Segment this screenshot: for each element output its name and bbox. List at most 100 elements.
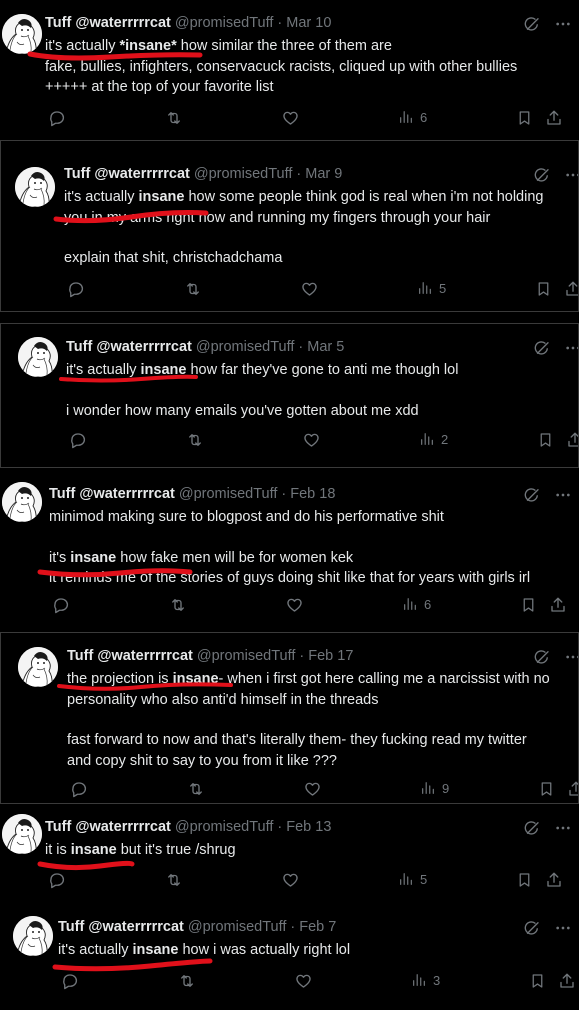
tweet-card[interactable]: Tuff @waterrrrrcat @promisedTuff · Feb 7 it'… <box>0 903 579 1010</box>
bookmark-button[interactable] <box>529 972 546 990</box>
tweet-date[interactable]: Mar 5 <box>307 338 344 357</box>
reply-button[interactable] <box>61 972 79 990</box>
retweet-button[interactable] <box>185 431 205 449</box>
share-button[interactable] <box>545 871 563 889</box>
share-button[interactable] <box>558 972 576 990</box>
share-button[interactable] <box>545 109 563 127</box>
tweet-card[interactable]: Tuff @waterrrrrcat @promisedTuff · Feb 13 it… <box>0 808 579 901</box>
avatar[interactable] <box>18 647 58 687</box>
display-name[interactable]: Tuff @waterrrrrcat <box>49 485 175 504</box>
tweet-date[interactable]: Feb 7 <box>299 918 336 937</box>
avatar[interactable] <box>18 337 58 377</box>
reply-button[interactable] <box>48 871 66 889</box>
tweet-header: Tuff @waterrrrrcat @promisedTuff · Mar 5 <box>66 338 578 357</box>
grok-icon[interactable] <box>533 339 551 357</box>
user-handle[interactable]: @promisedTuff <box>196 338 295 357</box>
retweet-button[interactable] <box>164 871 184 889</box>
like-button[interactable] <box>285 596 304 614</box>
text-segment: +++++ at the top of your favorite list <box>45 79 274 95</box>
user-handle[interactable]: @promisedTuff <box>179 485 278 504</box>
avatar[interactable] <box>13 916 53 956</box>
avatar[interactable] <box>2 814 42 854</box>
reply-button[interactable] <box>52 596 70 614</box>
views-button[interactable]: 3 <box>411 972 440 988</box>
retweet-button[interactable] <box>168 596 188 614</box>
tweet-date[interactable]: Mar 10 <box>286 14 331 33</box>
share-button[interactable] <box>564 280 578 298</box>
bookmark-button[interactable] <box>516 871 533 889</box>
avatar[interactable] <box>2 482 42 522</box>
display-name[interactable]: Tuff @waterrrrrcat <box>67 647 193 666</box>
avatar[interactable] <box>2 14 42 54</box>
reply-button[interactable] <box>69 431 87 449</box>
views-button[interactable]: 9 <box>420 780 449 796</box>
retweet-button[interactable] <box>177 972 197 990</box>
views-button[interactable]: 5 <box>398 871 427 887</box>
views-button[interactable]: 2 <box>419 431 448 447</box>
like-button[interactable] <box>303 780 322 798</box>
avatar[interactable] <box>15 167 55 207</box>
tweet-text: it's actually insane how far they've gon… <box>66 360 578 421</box>
like-button[interactable] <box>300 280 319 298</box>
grok-icon[interactable] <box>523 15 541 33</box>
tweet-date[interactable]: Feb 17 <box>308 647 353 666</box>
share-button[interactable] <box>567 780 578 798</box>
retweet-button[interactable] <box>164 109 184 127</box>
tweet-card[interactable]: Tuff @waterrrrrcat @promisedTuff · Mar 10 it… <box>0 0 579 142</box>
user-handle[interactable]: @promisedTuff <box>188 918 287 937</box>
bookmark-button[interactable] <box>520 596 537 614</box>
user-handle[interactable]: @promisedTuff <box>194 165 293 184</box>
more-icon[interactable] <box>565 166 578 184</box>
display-name[interactable]: Tuff @waterrrrrcat <box>64 165 190 184</box>
more-icon[interactable] <box>565 648 578 666</box>
more-icon[interactable] <box>555 15 571 33</box>
display-name[interactable]: Tuff @waterrrrrcat <box>45 818 171 837</box>
grok-icon[interactable] <box>533 648 551 666</box>
retweet-button[interactable] <box>183 280 203 298</box>
tweet-date[interactable]: Feb 13 <box>286 818 331 837</box>
tweet-card[interactable]: Tuff @waterrrrrcat @promisedTuff · Mar 9 it'… <box>0 140 579 312</box>
reply-button[interactable] <box>48 109 66 127</box>
grok-icon[interactable] <box>533 166 551 184</box>
views-button[interactable]: 6 <box>402 596 431 612</box>
tweet-card[interactable]: Tuff @waterrrrrcat @promisedTuff · Mar 5 it'… <box>0 323 579 468</box>
tweet-text-line: you in my arms right now and running my … <box>64 208 578 229</box>
highlighted-word: insane <box>70 549 117 566</box>
tweet-date[interactable]: Feb 18 <box>290 485 335 504</box>
share-button[interactable] <box>549 596 567 614</box>
user-handle[interactable]: @promisedTuff <box>197 647 296 666</box>
text-segment: how some people think god is real when i… <box>184 189 544 205</box>
share-icon <box>564 280 578 298</box>
share-button[interactable] <box>566 431 578 449</box>
tweet-card[interactable]: Tuff @waterrrrrcat @promisedTuff · Feb 18 mi… <box>0 475 579 630</box>
display-name[interactable]: Tuff @waterrrrrcat <box>45 14 171 33</box>
user-handle[interactable]: @promisedTuff <box>175 14 274 33</box>
views-button[interactable]: 6 <box>398 109 427 125</box>
bookmark-button[interactable] <box>535 280 552 298</box>
like-button[interactable] <box>302 431 321 449</box>
display-name[interactable]: Tuff @waterrrrrcat <box>58 918 184 937</box>
grok-icon[interactable] <box>523 919 541 937</box>
retweet-button[interactable] <box>186 780 206 798</box>
more-icon[interactable] <box>555 919 571 937</box>
display-name[interactable]: Tuff @waterrrrrcat <box>66 338 192 357</box>
user-handle[interactable]: @promisedTuff <box>175 818 274 837</box>
tweet-date[interactable]: Mar 9 <box>305 165 342 184</box>
like-button[interactable] <box>281 871 300 889</box>
more-icon[interactable] <box>555 819 571 837</box>
reply-button[interactable] <box>67 280 85 298</box>
separator-dot: · <box>296 166 302 182</box>
tweet-header: Tuff @waterrrrrcat @promisedTuff · Feb 18 <box>49 485 579 504</box>
reply-button[interactable] <box>70 780 88 798</box>
bookmark-button[interactable] <box>537 431 554 449</box>
more-icon[interactable] <box>555 486 571 504</box>
tweet-card[interactable]: Tuff @waterrrrrcat @promisedTuff · Feb 17 th… <box>0 632 579 804</box>
like-button[interactable] <box>294 972 313 990</box>
grok-icon[interactable] <box>523 819 541 837</box>
bookmark-button[interactable] <box>538 780 555 798</box>
grok-icon[interactable] <box>523 486 541 504</box>
views-button[interactable]: 5 <box>417 280 446 296</box>
more-icon[interactable] <box>565 339 578 357</box>
like-button[interactable] <box>281 109 300 127</box>
bookmark-button[interactable] <box>516 109 533 127</box>
